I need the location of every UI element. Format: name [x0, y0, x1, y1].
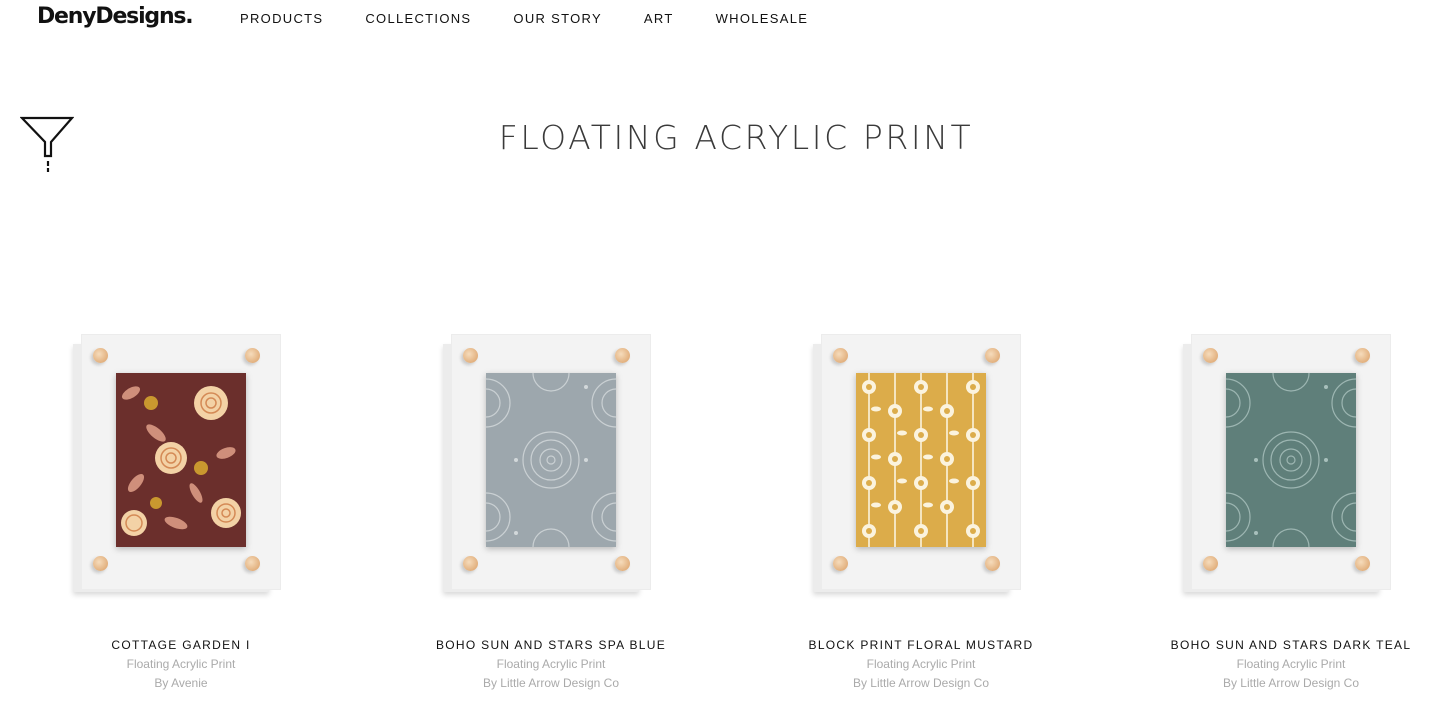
- nav-products[interactable]: PRODUCTS: [240, 11, 323, 27]
- main-nav: PRODUCTS COLLECTIONS OUR STORY ART WHOLE…: [240, 11, 850, 27]
- product-artist[interactable]: By Little Arrow Design Co: [756, 677, 1086, 690]
- standoff-stud: [833, 348, 848, 363]
- artwork-boho-sun: [1226, 373, 1356, 547]
- product-type: Floating Acrylic Print: [866, 657, 976, 671]
- nav-our-story[interactable]: OUR STORY: [513, 11, 602, 27]
- product-name[interactable]: BOHO SUN AND STARS DARK TEAL: [1126, 638, 1456, 652]
- standoff-stud: [985, 556, 1000, 571]
- product-type: Floating Acrylic Print: [126, 657, 236, 671]
- product-image[interactable]: [1181, 330, 1401, 598]
- standoff-stud: [463, 348, 478, 363]
- product-name[interactable]: BOHO SUN AND STARS SPA BLUE: [386, 638, 716, 652]
- standoff-stud: [463, 556, 478, 571]
- artwork-block-floral: [856, 373, 986, 547]
- nav-art[interactable]: ART: [644, 11, 674, 27]
- product-card[interactable]: BOHO SUN AND STARS DARK TEAL Floating Ac…: [1126, 330, 1456, 690]
- standoff-stud: [93, 556, 108, 571]
- product-card[interactable]: COTTAGE GARDEN I Floating Acrylic Print …: [16, 330, 346, 690]
- product-artist[interactable]: By Avenie: [16, 677, 346, 690]
- standoff-stud: [615, 348, 630, 363]
- standoff-stud: [1203, 556, 1218, 571]
- standoff-stud: [1355, 348, 1370, 363]
- standoff-stud: [1355, 556, 1370, 571]
- nav-collections[interactable]: COLLECTIONS: [365, 11, 471, 27]
- artwork-boho-sun: [486, 373, 616, 547]
- product-type: Floating Acrylic Print: [1236, 657, 1346, 671]
- standoff-stud: [245, 348, 260, 363]
- product-type: Floating Acrylic Print: [496, 657, 606, 671]
- product-image[interactable]: [811, 330, 1031, 598]
- standoff-stud: [1203, 348, 1218, 363]
- artwork-floral: [116, 373, 246, 547]
- standoff-stud: [245, 556, 260, 571]
- page-title: FLOATING ACRYLIC PRINT: [498, 118, 974, 157]
- product-name[interactable]: BLOCK PRINT FLORAL MUSTARD: [756, 638, 1086, 652]
- product-card[interactable]: BLOCK PRINT FLORAL MUSTARD Floating Acry…: [756, 330, 1086, 690]
- product-image[interactable]: [71, 330, 291, 598]
- standoff-stud: [615, 556, 630, 571]
- product-image[interactable]: [441, 330, 661, 598]
- product-card[interactable]: BOHO SUN AND STARS SPA BLUE Floating Acr…: [386, 330, 716, 690]
- nav-wholesale[interactable]: WHOLESALE: [716, 11, 809, 27]
- standoff-stud: [985, 348, 1000, 363]
- standoff-stud: [93, 348, 108, 363]
- product-name[interactable]: COTTAGE GARDEN I: [16, 638, 346, 652]
- logo[interactable]: DenyDesigns.: [37, 3, 194, 31]
- product-artist[interactable]: By Little Arrow Design Co: [386, 677, 716, 690]
- standoff-stud: [833, 556, 848, 571]
- product-artist[interactable]: By Little Arrow Design Co: [1126, 677, 1456, 690]
